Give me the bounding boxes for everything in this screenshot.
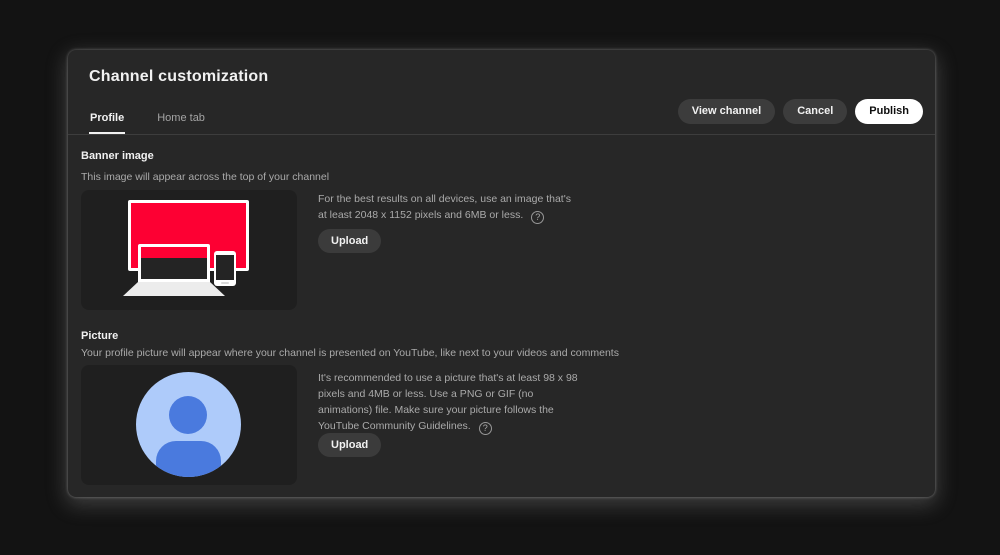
laptop-base (123, 282, 225, 296)
banner-section-description: This image will appear across the top of… (81, 170, 329, 184)
picture-hint: It's recommended to use a picture that's… (318, 370, 582, 435)
upload-picture-button[interactable]: Upload (318, 433, 381, 457)
picture-section-description: Your profile picture will appear where y… (81, 346, 619, 360)
publish-button[interactable]: Publish (855, 99, 923, 124)
page-background: { "header": { "title": "Channel customiz… (0, 0, 1000, 555)
help-icon[interactable]: ? (531, 211, 544, 224)
phone-screen (216, 255, 234, 280)
picture-preview (81, 365, 297, 485)
laptop-icon (138, 244, 210, 282)
page-title: Channel customization (89, 66, 268, 88)
laptop-banner-strip (141, 247, 207, 258)
banner-hint: For the best results on all devices, use… (318, 191, 582, 224)
banner-section-heading: Banner image (81, 149, 154, 163)
banner-preview (81, 190, 297, 310)
tab-profile[interactable]: Profile (89, 105, 125, 135)
person-icon (169, 396, 207, 434)
upload-banner-button[interactable]: Upload (318, 229, 381, 253)
header-actions: View channel Cancel Publish (678, 99, 923, 124)
tabs-divider (68, 134, 935, 135)
laptop-screen (141, 247, 207, 279)
cancel-button[interactable]: Cancel (783, 99, 847, 124)
phone-home-button (221, 282, 229, 284)
view-channel-button[interactable]: View channel (678, 99, 776, 124)
tab-home-tab[interactable]: Home tab (156, 105, 206, 135)
avatar (136, 372, 241, 477)
channel-customization-panel: Channel customization Profile Home tab V… (68, 50, 935, 497)
help-icon[interactable]: ? (479, 422, 492, 435)
phone-icon (214, 251, 236, 286)
picture-hint-text: It's recommended to use a picture that's… (318, 372, 578, 432)
devices-illustration (81, 190, 297, 310)
picture-section-heading: Picture (81, 329, 118, 343)
person-body (156, 441, 221, 477)
tab-bar: Profile Home tab (89, 105, 206, 135)
